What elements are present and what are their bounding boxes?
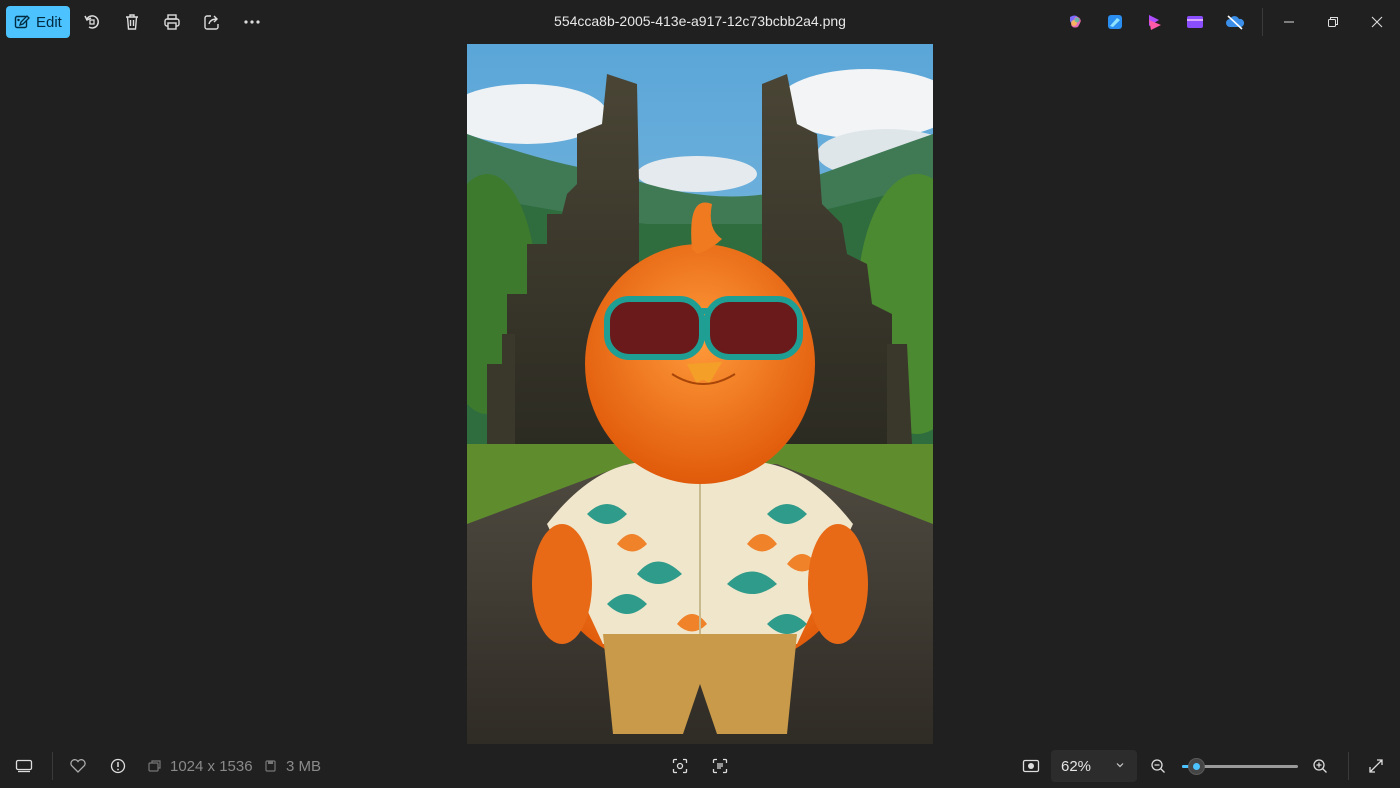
fit-to-window-icon[interactable]	[1017, 752, 1045, 780]
copilot-icon[interactable]	[1061, 8, 1089, 36]
statusbar-divider	[52, 752, 53, 780]
status-bar: 1024 x 1536 3 MB 62%	[0, 744, 1400, 788]
clipchamp-icon[interactable]	[1141, 8, 1169, 36]
window-title: 554cca8b-2005-413e-a917-12c73bcbb2a4.png	[554, 13, 846, 29]
visual-search-icon[interactable]	[666, 752, 694, 780]
minimize-icon[interactable]	[1274, 8, 1304, 36]
photo-canvas[interactable]	[467, 44, 933, 744]
titlebar-divider	[1262, 8, 1263, 36]
rotate-icon[interactable]	[78, 8, 106, 36]
file-size: 3 MB	[286, 758, 322, 775]
zoom-value: 62%	[1061, 757, 1092, 775]
edit-icon	[14, 14, 30, 30]
info-icon[interactable]	[104, 752, 132, 780]
edit-label: Edit	[36, 13, 62, 31]
more-icon[interactable]	[238, 8, 266, 36]
print-icon[interactable]	[158, 8, 186, 36]
photo-image	[467, 44, 933, 744]
zoom-dropdown[interactable]: 62%	[1051, 750, 1137, 782]
zoom-in-icon[interactable]	[1306, 752, 1334, 780]
zoom-slider[interactable]	[1182, 758, 1298, 775]
onedrive-icon[interactable]	[1221, 8, 1249, 36]
edit-button[interactable]: Edit	[6, 6, 70, 38]
scan-text-icon[interactable]	[706, 752, 734, 780]
dimensions-icon	[146, 752, 162, 780]
delete-icon[interactable]	[118, 8, 146, 36]
restore-icon[interactable]	[1318, 8, 1348, 36]
zoom-slider-thumb[interactable]	[1188, 758, 1205, 775]
chevron-down-icon	[1115, 760, 1125, 770]
designer-icon[interactable]	[1101, 8, 1129, 36]
image-dimensions: 1024 x 1536	[170, 758, 253, 775]
statusbar-divider-right	[1348, 752, 1349, 780]
title-bar: Edit 554cca8b-2005-413e-a917-12c73bcbb2a…	[0, 0, 1400, 44]
close-icon[interactable]	[1362, 8, 1392, 36]
favorite-icon[interactable]	[64, 752, 92, 780]
file-size-icon	[262, 752, 278, 780]
filmstrip-icon[interactable]	[10, 752, 38, 780]
full-screen-icon[interactable]	[1362, 752, 1390, 780]
clipchamp-video-icon[interactable]	[1181, 8, 1209, 36]
zoom-out-icon[interactable]	[1144, 752, 1172, 780]
share-icon[interactable]	[198, 8, 226, 36]
